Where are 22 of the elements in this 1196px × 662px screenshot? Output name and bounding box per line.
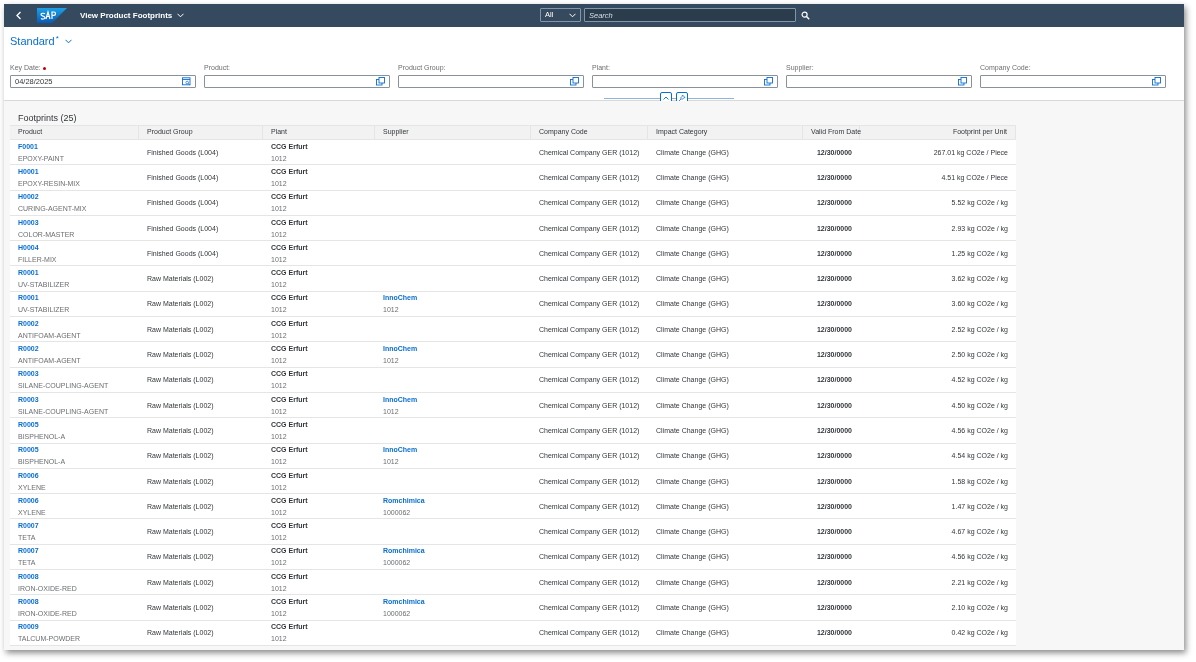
chevron-down-icon <box>177 13 185 18</box>
value-help-icon[interactable] <box>958 77 967 86</box>
search-icon[interactable] <box>801 10 810 20</box>
value-help-icon[interactable] <box>764 77 773 86</box>
filter-field[interactable] <box>592 75 778 88</box>
calendar-icon[interactable] <box>182 77 191 86</box>
table-title: Footprints (25) <box>18 112 77 125</box>
filter-field[interactable] <box>980 75 1166 88</box>
filter-field[interactable] <box>398 75 584 88</box>
app-title-menu[interactable]: View Product Footprints <box>80 9 185 22</box>
value-help-icon[interactable] <box>1152 77 1161 86</box>
filter-field[interactable] <box>204 75 390 88</box>
back-icon <box>15 11 23 20</box>
filter-field[interactable] <box>786 75 972 88</box>
chevron-up-icon <box>663 96 669 100</box>
variant-selector[interactable]: Standard$^{*}$ <box>10 33 72 50</box>
chevron-down-icon <box>64 38 72 44</box>
logo-icon <box>37 8 67 23</box>
pin-icon <box>678 94 686 102</box>
value-help-icon[interactable] <box>570 77 579 86</box>
chevron-down-icon <box>569 12 576 18</box>
value-help-icon[interactable] <box>376 77 385 86</box>
